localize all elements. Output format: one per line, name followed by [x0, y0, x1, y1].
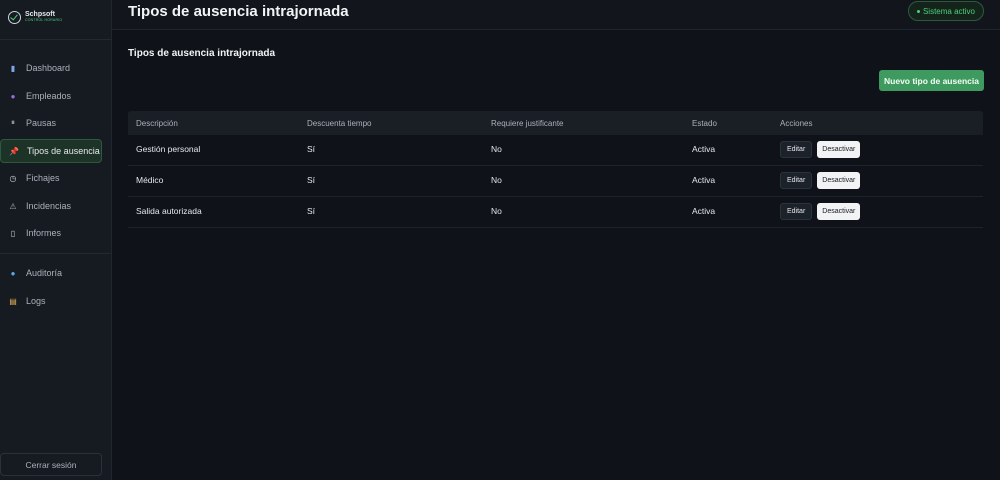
brand-logo-icon — [8, 10, 21, 24]
page-title: Tipos de ausencia intrajornada — [128, 3, 349, 20]
person-icon: ● — [10, 91, 16, 101]
edit-button[interactable]: Editar — [780, 140, 813, 158]
col-requiere-justificante-cell: No — [491, 144, 502, 154]
sidebar-item-auditoria[interactable]: ● Auditoría — [0, 261, 102, 285]
sidebar-item-label: Logs — [26, 296, 46, 306]
deactivate-button[interactable]: Desactivar — [817, 171, 861, 189]
deactivate-button[interactable]: Desactivar — [817, 202, 861, 220]
col-descripcion-cell: Gestión personal — [136, 144, 201, 154]
edit-button[interactable]: Editar — [780, 171, 813, 189]
sidebar-item-label: Informes — [26, 228, 62, 238]
logout-button[interactable]: Cerrar sesión — [0, 453, 102, 476]
brand-name: Schpsoft — [25, 11, 55, 19]
scroll-icon: ▤ — [9, 296, 17, 306]
clock-icon: ◷ — [9, 173, 17, 183]
status-badge: Sistema activo — [907, 1, 984, 21]
pin-icon: 📌 — [9, 146, 19, 156]
sidebar-item-tipos-de-ausencia[interactable]: 📌 Tipos de ausencia — [0, 139, 102, 163]
sidebar-item-label: Pausas — [26, 118, 57, 128]
absence-types-table: Descripción Descuenta tiempo Requiere just… — [128, 111, 983, 228]
row-actions: Editar Desactivar — [780, 196, 861, 226]
sidebar-item-informes[interactable]: ▯ Informes — [0, 221, 102, 245]
status-dot-icon — [916, 9, 920, 13]
col-estado-cell: Activa — [692, 144, 716, 154]
warning-icon: ⚠ — [9, 201, 17, 211]
table-header: Descripción Descuenta tiempo Requiere just… — [128, 111, 983, 135]
document-icon: ▯ — [10, 228, 16, 238]
pause-icon: ⏸ — [11, 118, 15, 127]
topbar: Tipos de ausencia intrajornada Sistema a… — [112, 0, 1000, 30]
sidebar-divider — [0, 253, 111, 254]
table-row: Gestión personal Sí No Activa Editar Desactiv… — [128, 135, 983, 166]
sidebar-item-label: Incidencias — [26, 201, 72, 211]
status-text: Sistema activo — [922, 6, 975, 16]
new-absence-type-button[interactable]: Nuevo tipo de ausencia — [879, 70, 984, 91]
brand: Schpsoft CONTROL HORARIO — [8, 8, 62, 26]
edit-button[interactable]: Editar — [780, 202, 813, 220]
col-descripcion-cell: Salida autorizada — [136, 206, 202, 216]
deactivate-button[interactable]: Desactivar — [817, 140, 861, 158]
col-acciones-header: Acciones — [780, 118, 813, 128]
col-descuenta-tiempo-cell: Sí — [307, 206, 316, 216]
sidebar-item-pausas[interactable]: ⏸ Pausas — [0, 111, 102, 135]
col-requiere-justificante-cell: No — [491, 206, 502, 216]
magnifier-icon: ● — [10, 268, 16, 278]
section-title: Tipos de ausencia intrajornada — [128, 48, 276, 59]
sidebar-item-label: Dashboard — [26, 63, 71, 73]
col-descuenta-tiempo-cell: Sí — [307, 175, 316, 185]
row-actions: Editar Desactivar — [780, 165, 861, 195]
sidebar-item-label: Tipos de ausencia — [27, 146, 100, 156]
col-descuenta-tiempo-header: Descuenta tiempo — [307, 118, 372, 128]
chart-icon: ▮ — [10, 63, 16, 73]
sidebar-item-label: Auditoría — [26, 268, 63, 278]
col-requiere-justificante-header: Requiere justificante — [491, 118, 564, 128]
sidebar-item-logs[interactable]: ▤ Logs — [0, 289, 102, 313]
table-body: Gestión personal Sí No Activa Editar Desactiv… — [128, 135, 983, 228]
col-estado-cell: Activa — [692, 206, 716, 216]
table-row: Médico Sí No Activa Editar Desactivar — [128, 166, 983, 197]
sidebar-item-incidencias[interactable]: ⚠ Incidencias — [0, 194, 102, 218]
sidebar-item-dashboard[interactable]: ▮ Dashboard — [0, 56, 102, 80]
col-estado-header: Estado — [692, 118, 717, 128]
col-descuenta-tiempo-cell: Sí — [307, 144, 316, 154]
sidebar-item-label: Fichajes — [26, 173, 60, 183]
col-requiere-justificante-cell: No — [491, 175, 502, 185]
col-estado-cell: Activa — [692, 175, 716, 185]
col-descripcion-header: Descripción — [136, 118, 178, 128]
sidebar-item-empleados[interactable]: ● Empleados — [0, 84, 102, 108]
sidebar-item-label: Empleados — [26, 91, 72, 101]
sidebar-item-fichajes[interactable]: ◷ Fichajes — [0, 166, 102, 190]
row-actions: Editar Desactivar — [780, 134, 861, 164]
col-descripcion-cell: Médico — [136, 175, 164, 185]
sidebar-divider — [0, 39, 111, 40]
table-row: Salida autorizada Sí No Activa Editar Desacti… — [128, 197, 983, 228]
brand-subtitle: CONTROL HORARIO — [25, 18, 63, 23]
sidebar: Schpsoft CONTROL HORARIO ▮ Dashboard ● Empl… — [0, 0, 112, 480]
